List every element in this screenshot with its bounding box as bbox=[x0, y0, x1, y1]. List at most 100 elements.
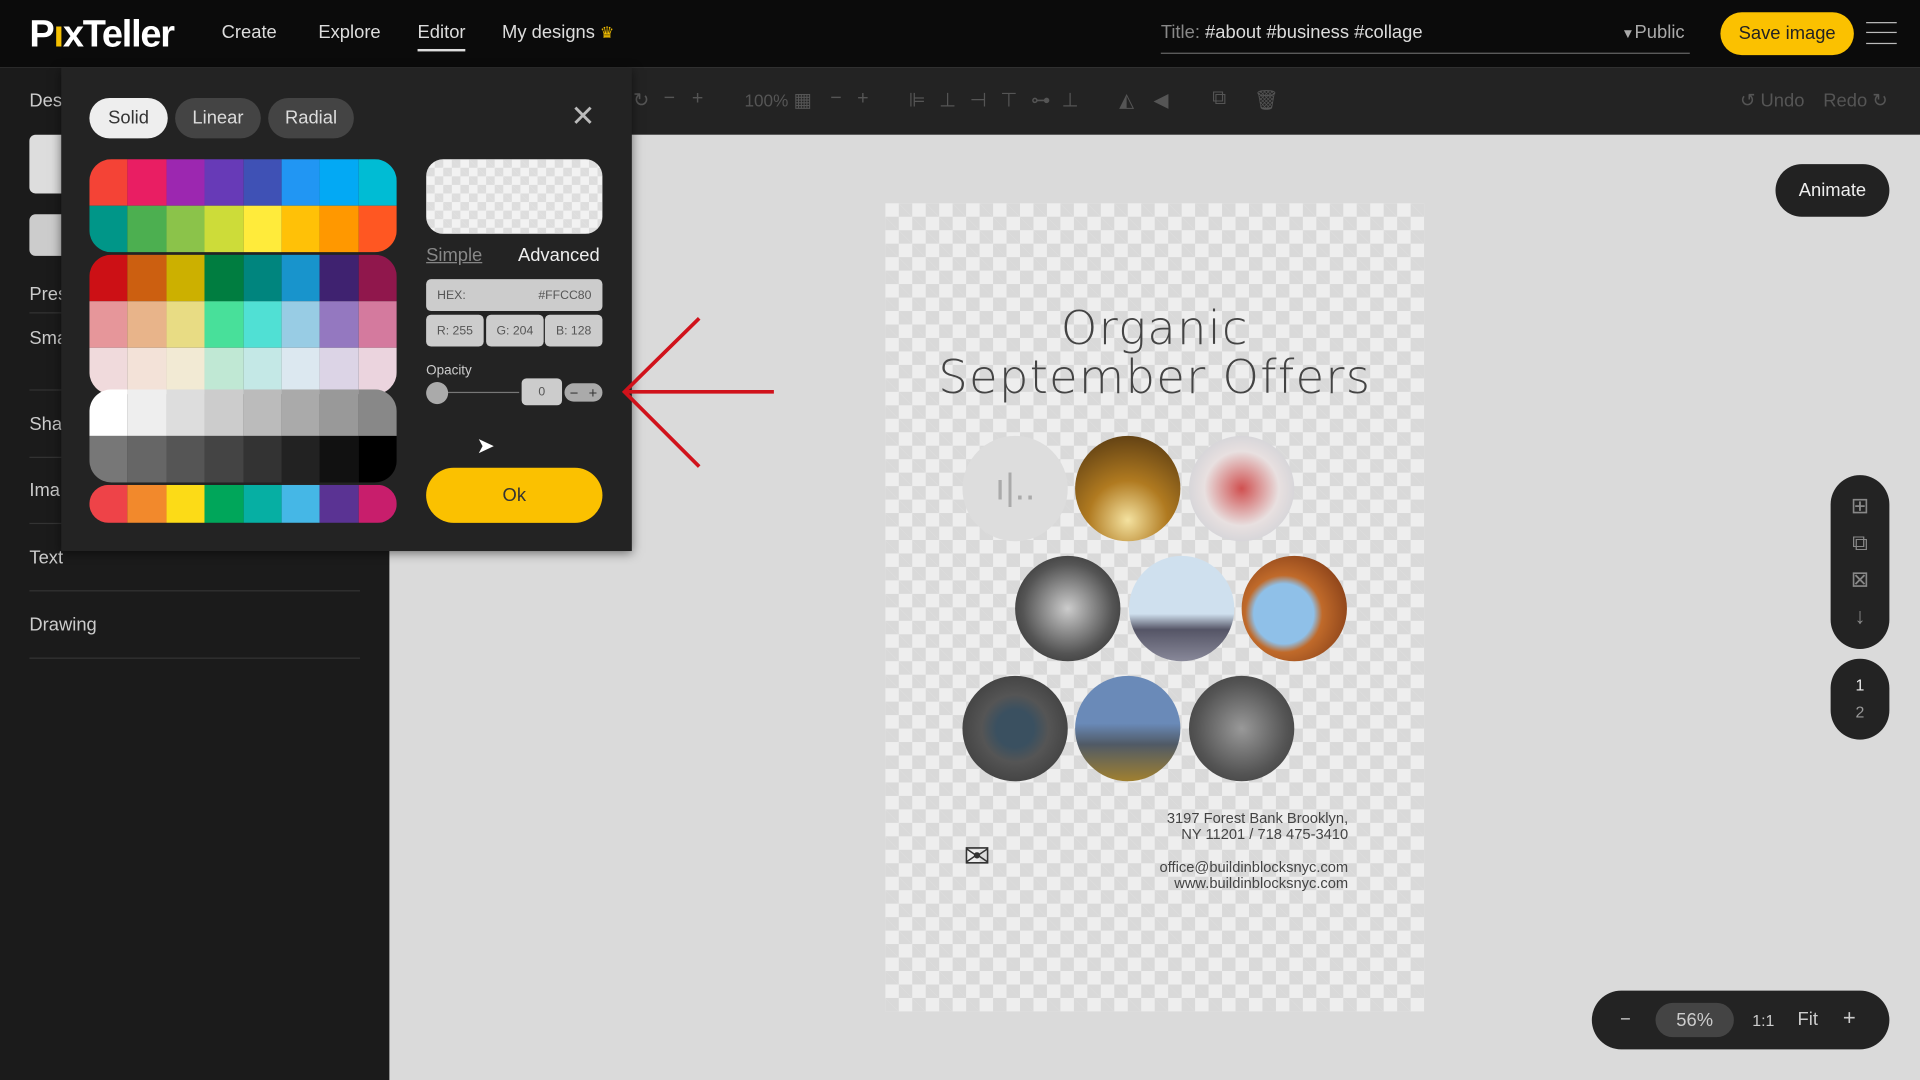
duplicate-page-icon[interactable]: ⧉ bbox=[1831, 530, 1890, 556]
color-swatch[interactable] bbox=[166, 254, 205, 302]
tab-solid[interactable]: Solid bbox=[89, 97, 168, 139]
photo-bw-street[interactable] bbox=[1188, 675, 1295, 782]
align-left-icon[interactable]: ⊫ bbox=[909, 88, 926, 112]
color-swatch[interactable] bbox=[166, 205, 205, 253]
color-swatch[interactable] bbox=[281, 254, 320, 302]
nav-create[interactable]: Create bbox=[222, 22, 277, 43]
mode-simple-link[interactable]: Simple bbox=[426, 245, 482, 266]
opacity-input[interactable]: 0 bbox=[521, 378, 563, 406]
zoom-out-button[interactable]: − bbox=[1620, 1009, 1631, 1030]
photo-rusty-sky[interactable] bbox=[1241, 555, 1347, 662]
redo-button[interactable]: Redo ↻ bbox=[1823, 89, 1887, 112]
sidebar-item-text[interactable]: Text bbox=[29, 547, 63, 568]
color-swatch[interactable] bbox=[89, 159, 128, 206]
visibility-dropdown[interactable]: ▼Public bbox=[1621, 22, 1684, 43]
align-top-icon[interactable]: ⊤ bbox=[1000, 88, 1017, 112]
color-swatch[interactable] bbox=[204, 435, 244, 483]
align-bottom-icon[interactable]: ⊥ bbox=[1062, 88, 1079, 112]
design-email[interactable]: office@buildinblocksnyc.com bbox=[1118, 859, 1349, 876]
color-swatch[interactable] bbox=[358, 205, 397, 253]
color-swatch[interactable] bbox=[319, 389, 359, 436]
sidebar-item-images[interactable]: Ima bbox=[29, 480, 60, 501]
color-swatch[interactable] bbox=[127, 347, 167, 395]
color-swatch[interactable] bbox=[281, 389, 320, 436]
color-swatch[interactable] bbox=[281, 484, 320, 523]
align-center-icon[interactable]: ⊥ bbox=[939, 88, 956, 112]
color-swatch[interactable] bbox=[89, 254, 128, 302]
align-right-icon[interactable]: ⊣ bbox=[970, 88, 987, 112]
color-swatch[interactable] bbox=[89, 484, 128, 523]
tab-radial[interactable]: Radial bbox=[268, 97, 354, 139]
color-swatch[interactable] bbox=[127, 254, 167, 302]
color-swatch[interactable] bbox=[319, 347, 359, 395]
move-page-down-icon[interactable]: ↓ bbox=[1831, 604, 1890, 630]
delete-page-icon[interactable]: ⊠ bbox=[1831, 567, 1890, 593]
nav-my-designs[interactable]: My designs ♛ bbox=[502, 22, 614, 43]
rotate-plus-icon[interactable]: + bbox=[692, 88, 703, 110]
add-page-icon[interactable]: ⊞ bbox=[1831, 493, 1890, 519]
rotate-icon[interactable]: ↻ bbox=[633, 88, 649, 112]
color-swatch[interactable] bbox=[358, 347, 397, 395]
zoom-value[interactable]: 56% bbox=[1655, 1002, 1734, 1038]
color-swatch[interactable] bbox=[243, 347, 282, 395]
color-swatch[interactable] bbox=[204, 484, 244, 523]
ok-button[interactable]: Ok bbox=[426, 467, 603, 523]
opacity-minus-icon[interactable]: − bbox=[830, 88, 841, 110]
color-swatch[interactable] bbox=[127, 435, 167, 483]
zoom-1-1-button[interactable]: 1:1 bbox=[1752, 1011, 1774, 1029]
blue-input[interactable]: B: 128 bbox=[544, 314, 603, 347]
design-headline-2[interactable]: September Offers bbox=[885, 350, 1424, 404]
rotate-minus-icon[interactable]: − bbox=[664, 88, 675, 110]
color-swatch[interactable] bbox=[358, 159, 397, 206]
color-swatch[interactable] bbox=[281, 301, 320, 348]
color-swatch[interactable] bbox=[243, 301, 282, 348]
undo-button[interactable]: ↺ Undo bbox=[1740, 89, 1804, 112]
design-headline-1[interactable]: Organic bbox=[885, 301, 1424, 355]
color-swatch[interactable] bbox=[243, 484, 282, 523]
color-swatch[interactable] bbox=[281, 435, 320, 483]
sidebar-tab-design[interactable]: Des bbox=[29, 91, 62, 112]
animate-button[interactable]: Animate bbox=[1775, 164, 1890, 217]
color-swatch[interactable] bbox=[89, 435, 128, 483]
pixteller-logo[interactable]: PıxTeller bbox=[29, 12, 175, 56]
color-swatch[interactable] bbox=[319, 205, 359, 253]
color-swatch[interactable] bbox=[127, 389, 167, 436]
color-swatch[interactable] bbox=[166, 484, 205, 523]
transparency-icon[interactable]: ▦ bbox=[793, 88, 812, 112]
color-swatch[interactable] bbox=[358, 435, 397, 483]
title-input[interactable]: Title: #about #business #collage bbox=[1160, 22, 1690, 54]
color-swatch[interactable] bbox=[204, 254, 244, 302]
photo-stone-door[interactable] bbox=[962, 675, 1068, 782]
photo-city-skyline[interactable] bbox=[1075, 675, 1181, 782]
color-swatch[interactable] bbox=[319, 301, 359, 348]
mode-advanced-link[interactable]: Advanced bbox=[518, 245, 600, 266]
color-swatch[interactable] bbox=[89, 301, 128, 348]
zoom-in-button[interactable]: + bbox=[1843, 1005, 1856, 1031]
color-swatch[interactable] bbox=[89, 205, 128, 253]
photo-arch-hall[interactable] bbox=[1075, 435, 1181, 542]
design-canvas[interactable]: Organic September Offers ı|.. ✉ 3197 For… bbox=[885, 203, 1425, 1012]
color-swatch[interactable] bbox=[89, 347, 128, 395]
page-2[interactable]: 2 bbox=[1831, 703, 1890, 721]
color-swatch[interactable] bbox=[243, 159, 282, 206]
nav-explore[interactable]: Explore bbox=[318, 22, 380, 43]
color-swatch[interactable] bbox=[127, 484, 167, 523]
color-swatch[interactable] bbox=[204, 205, 244, 253]
color-swatch[interactable] bbox=[358, 301, 397, 348]
color-swatch[interactable] bbox=[204, 159, 244, 206]
save-image-button[interactable]: Save image bbox=[1720, 12, 1854, 56]
color-swatch[interactable] bbox=[166, 301, 205, 348]
flip-vertical-icon[interactable]: ◀ bbox=[1153, 88, 1168, 112]
color-swatch[interactable] bbox=[127, 301, 167, 348]
photo-interior[interactable] bbox=[1015, 555, 1121, 662]
hamburger-menu-icon[interactable] bbox=[1866, 22, 1897, 45]
color-swatch[interactable] bbox=[319, 484, 359, 523]
color-swatch[interactable] bbox=[243, 389, 282, 436]
color-swatch[interactable] bbox=[358, 484, 397, 523]
color-swatch[interactable] bbox=[204, 389, 244, 436]
color-swatch[interactable] bbox=[204, 301, 244, 348]
nav-editor[interactable]: Editor bbox=[417, 22, 466, 52]
design-address-1[interactable]: 3197 Forest Bank Brooklyn, bbox=[1118, 810, 1348, 827]
color-swatch[interactable] bbox=[319, 254, 359, 302]
design-website[interactable]: www.buildinblocksnyc.com bbox=[1118, 875, 1348, 892]
